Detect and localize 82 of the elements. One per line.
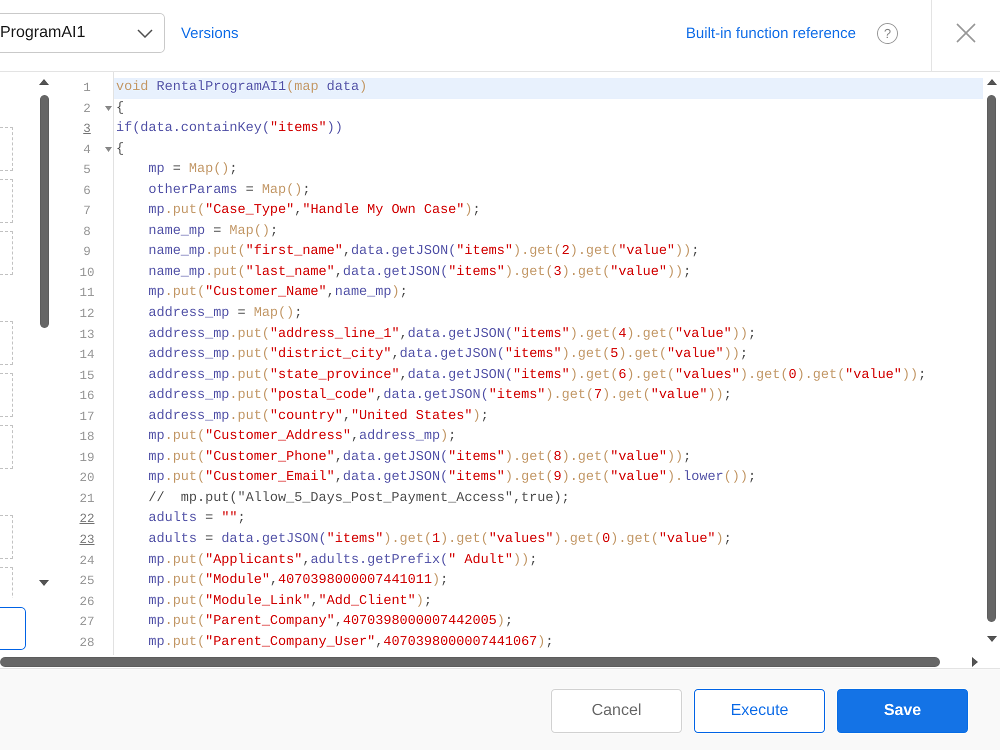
code-line: address_mp.put("postal_code",data.getJSON("items").get(7).get("value")); [147,387,732,406]
dashed-frame [0,179,13,223]
line-number: 19 [78,450,96,467]
line-number: 2 [82,100,92,118]
line-number: 4 [82,142,92,159]
line-number: 3 [82,121,92,138]
code-line: mp = Map(); [147,161,238,180]
line-number: 11 [78,285,96,302]
arrow-up-icon[interactable] [986,79,996,85]
versions-link[interactable]: Versions [181,24,239,42]
input-field[interactable] [0,607,26,650]
line-number: 14 [78,347,96,364]
line-number: 10 [78,264,96,282]
code-line: if(data.containKey("items")) [115,120,343,138]
line-number: 5 [82,162,92,180]
line-number: 26 [78,594,96,611]
help-icon[interactable]: ? [877,22,898,44]
caret-down-icon[interactable] [104,106,112,112]
code-line: address_mp.put("state_province",data.getJSON("items").get(6).get("values").get(0).get("value")); [147,366,926,385]
line-number: 27 [78,614,96,632]
line-number: 20 [78,470,96,488]
dashed-frame [0,127,13,171]
code-line: mp.put("Customer_Email",data.getJSON("items").get(9).get("value").lower()); [147,469,756,488]
line-number: 13 [78,326,96,344]
code-line: adults = data.getJSON("items").get(1).get("values").get(0).get("value"); [147,531,732,550]
line-number: 22 [78,511,96,528]
line-number: 21 [78,490,96,508]
function-reference-link[interactable]: Built-in function reference [686,24,856,42]
arrow-down-icon[interactable] [986,636,996,642]
line-number: 15 [78,368,96,385]
line-number: 28 [78,634,96,652]
line-number: 18 [78,429,96,446]
code-line: mp.put("Case_Type","Handle My Own Case"); [147,202,481,220]
code-line: // mp.put("Allow_5_Days_Post_Payment_Access",true); [147,490,570,508]
scrollbar-thumb[interactable] [987,95,996,622]
line-number: 17 [78,408,96,426]
dashed-frame [0,515,13,559]
arrow-down-icon[interactable] [39,580,49,586]
primary-button[interactable]: Save [837,689,968,733]
program-select[interactable]: ProgramAI1 [0,13,165,53]
line-number: 9 [82,244,92,262]
code-line: otherParams = Map(); [147,182,310,200]
code-line: name_mp.put("first_name",data.getJSON("items").get(2).get("value")); [147,243,700,262]
code-line: { [115,100,124,118]
outline-button[interactable]: Execute [694,689,825,733]
code-line: { [115,140,124,159]
scrollbar-thumb[interactable] [40,95,48,328]
line-number: 16 [78,388,96,406]
line-number: 23 [78,532,96,550]
line-number: 7 [82,203,92,220]
line-number: 1 [82,80,92,97]
caret-down-icon[interactable] [104,147,112,152]
code-line: mp.put("Parent_Company",4070398000007442005); [147,613,513,632]
arrow-up-icon[interactable] [39,79,49,85]
code-line: address_mp.put("district_city",data.getJSON("items").get(5).get("value")); [147,346,748,364]
dashed-frame [0,321,13,365]
dashed-frame [0,373,13,417]
line-number: 12 [78,306,96,324]
dashed-frame [0,231,13,275]
line-number: 8 [82,224,92,241]
code-line: mp.put("Parent_Company_User",4070398000007441067); [147,634,554,652]
close-icon[interactable] [956,23,976,43]
code-line: mp.put("Customer_Address",address_mp); [147,428,456,446]
code-line: adults = ""; [147,510,246,528]
code-line: address_mp = Map(); [147,305,302,324]
line-number: 24 [78,552,96,570]
code-line: mp.put("Module_Link","Add_Client"); [147,592,432,611]
arrow-right-icon[interactable] [972,656,978,666]
code-line: name_mp = Map(); [147,222,278,241]
code-line: name_mp.put("last_name",data.getJSON("items").get(3).get("value")); [147,264,692,282]
dashed-frame [0,425,13,469]
secondary-button[interactable]: Cancel [551,689,682,733]
code-line: address_mp.put("country","United States"); [147,408,489,426]
code-line: mp.put("Customer_Phone",data.getJSON("items").get(8).get("value")); [147,448,692,467]
code-line: mp.put("Applicants",adults.getPrefix(" Adult")); [147,552,538,570]
line-number: 25 [78,573,96,590]
chevron-down-icon [137,28,153,38]
code-line: address_mp.put("address_line_1",data.getJSON("items").get(4).get("value")); [147,326,756,344]
scrollbar-thumb[interactable] [0,656,940,666]
line-number: 6 [82,182,92,200]
code-line: mp.put("Customer_Name",name_mp); [147,284,408,302]
code-line: mp.put("Module",4070398000007441011); [147,572,448,590]
